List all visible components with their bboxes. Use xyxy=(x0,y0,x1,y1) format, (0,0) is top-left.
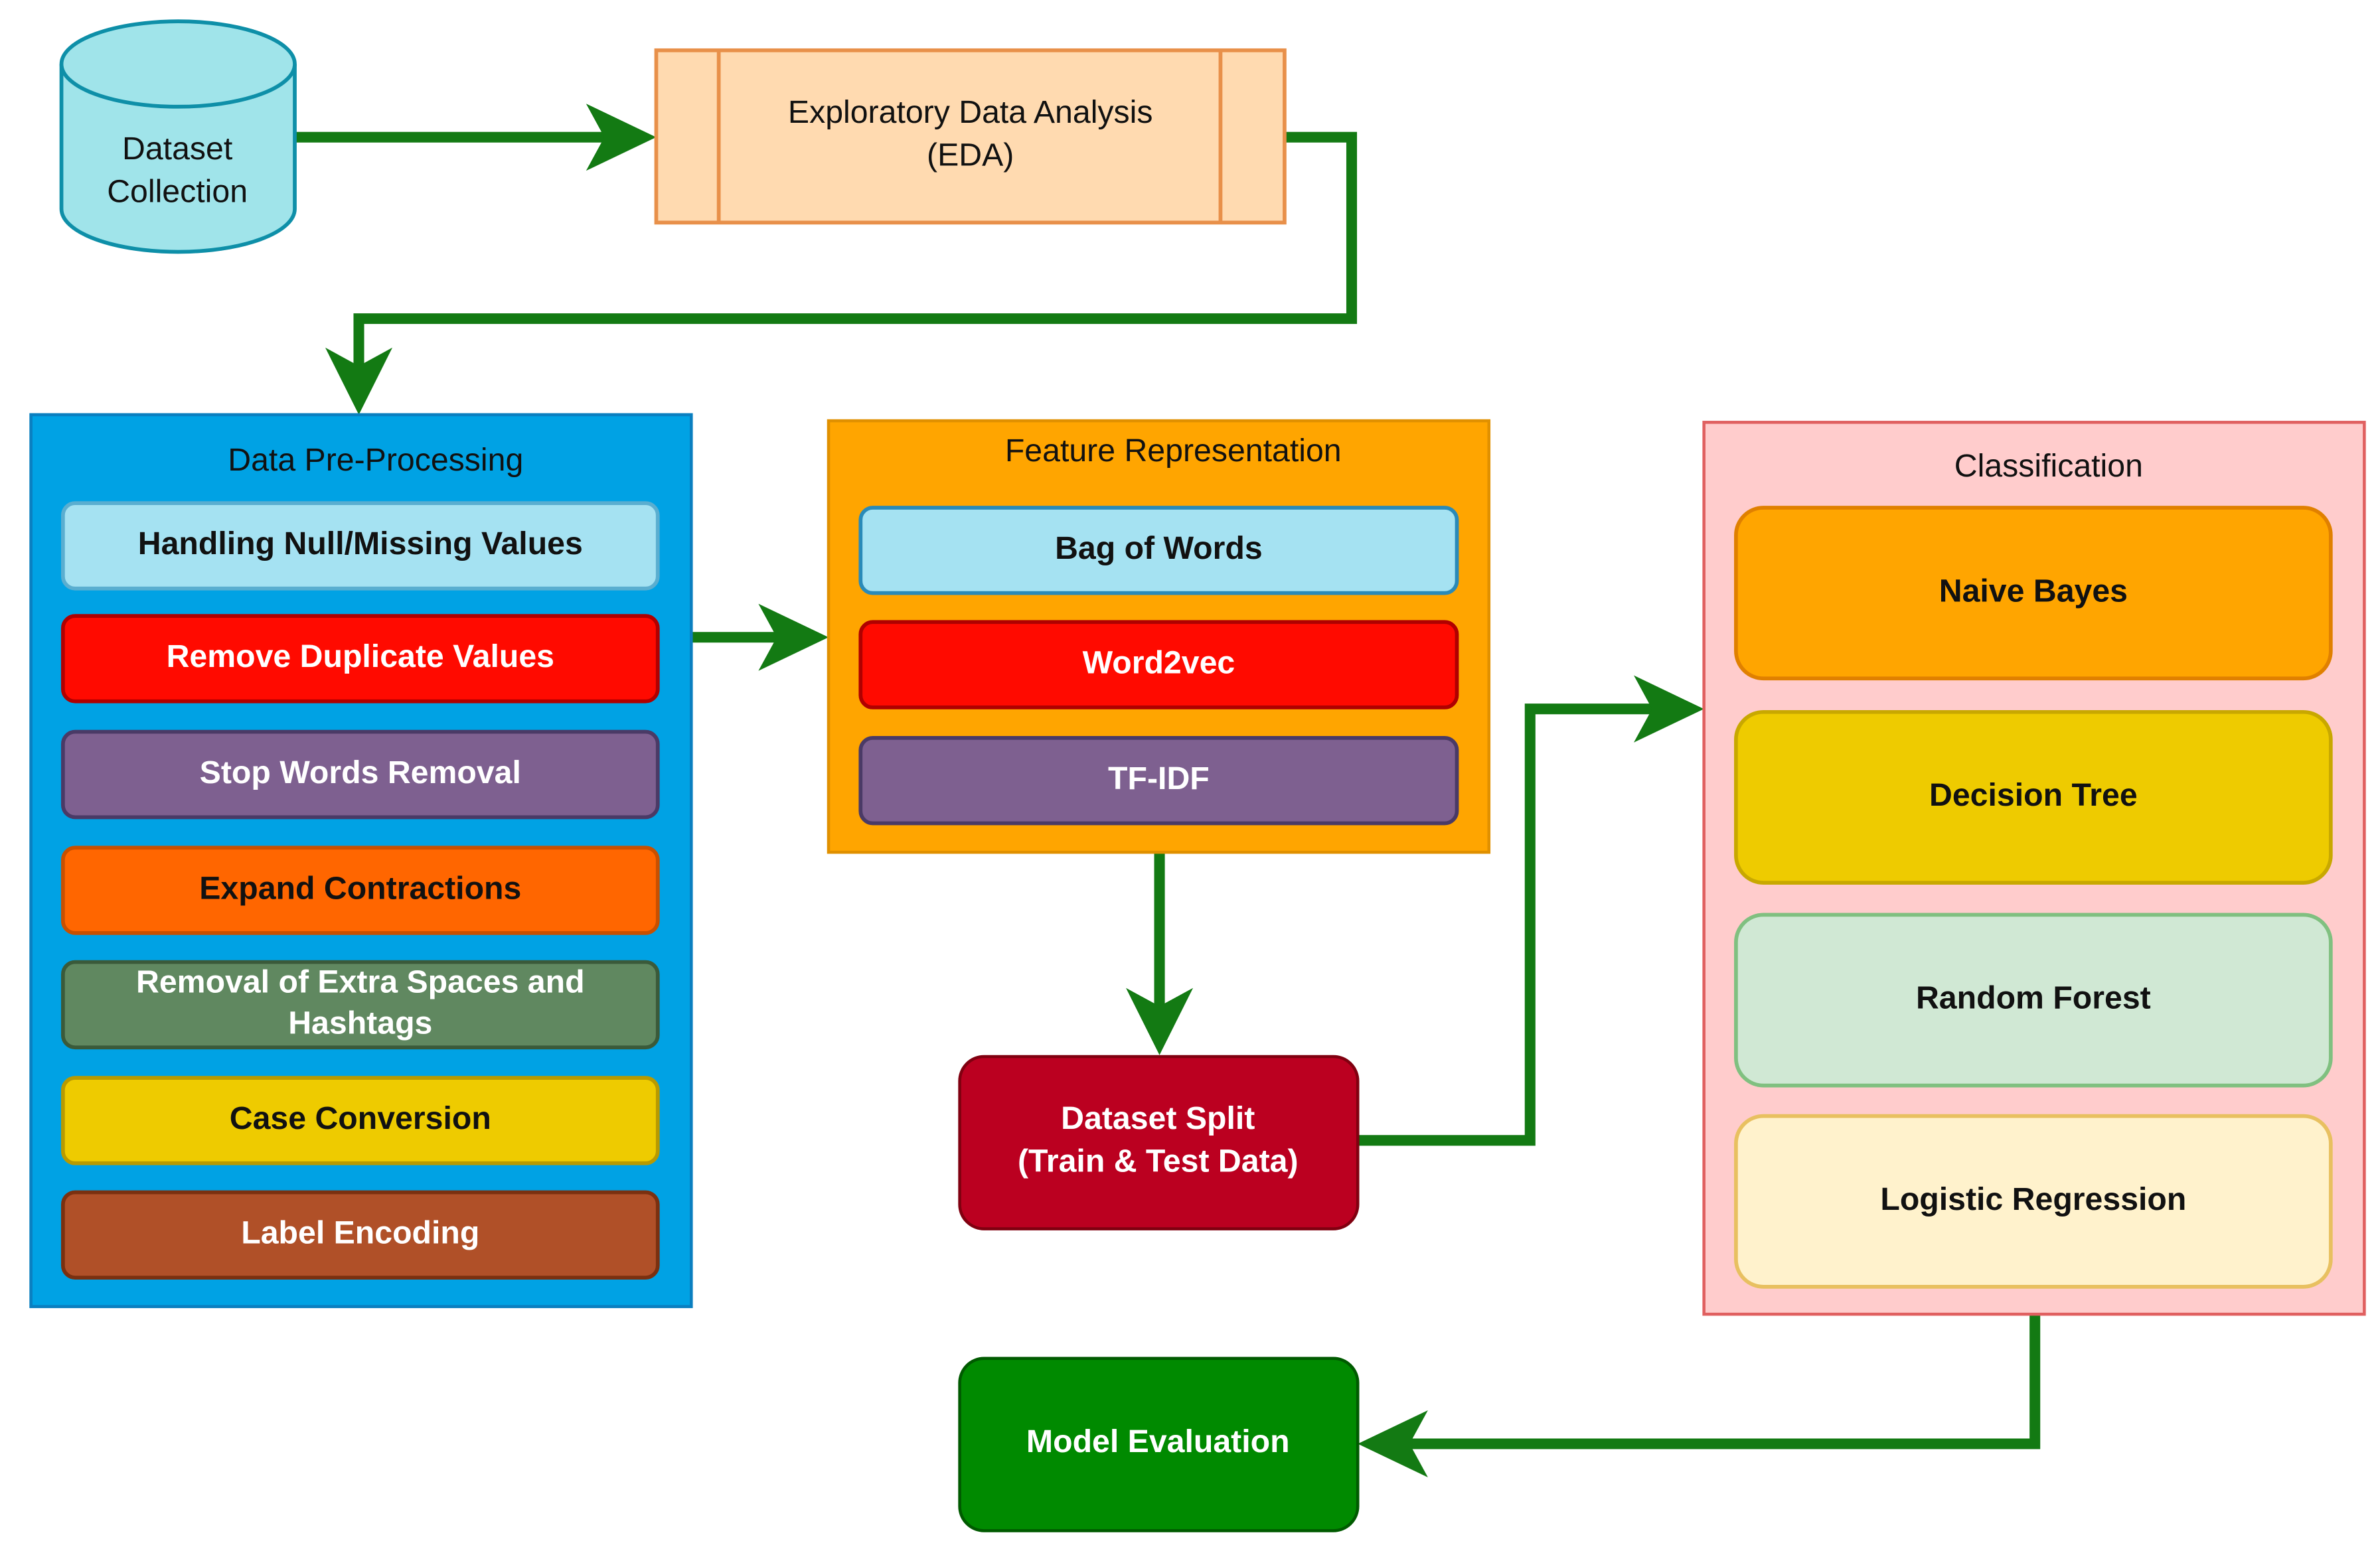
classification-container: Classification Naive Bayes Decision Tree R… xyxy=(1702,421,2366,1316)
item-label: Bag of Words xyxy=(1055,530,1263,566)
feature-representation-item: Word2vec xyxy=(858,620,1459,709)
preprocessing-container: Data Pre-Processing Handling Null/Missin… xyxy=(29,413,693,1309)
item-label: Handling Null/Missing Values xyxy=(138,526,583,561)
classification-item: Logistic Regression xyxy=(1734,1114,2333,1289)
preprocessing-item: Case Conversion xyxy=(60,1076,660,1165)
item-label: Random Forest xyxy=(1916,980,2151,1016)
eda-label: Exploratory Data Analysis xyxy=(788,94,1153,130)
feature-representation-item: Bag of Words xyxy=(858,506,1459,595)
dataset-split-node: Dataset Split (Train & Test Data) xyxy=(958,1055,1360,1230)
flow-diagram: Dataset Collection Exploratory Data Anal… xyxy=(29,19,2366,1532)
eda-node: Exploratory Data Analysis (EDA) xyxy=(654,48,1287,225)
item-label: Hashtags xyxy=(288,1005,432,1041)
dataset-collection-label: Collection xyxy=(107,174,248,210)
model-evaluation-label: Model Evaluation xyxy=(1026,1424,1290,1459)
classification-item: Naive Bayes xyxy=(1734,506,2333,681)
item-label: Decision Tree xyxy=(1929,777,2138,813)
classification-title: Classification xyxy=(1954,448,2143,484)
feature-representation-item: TF-IDF xyxy=(858,735,1459,826)
classification-item: Random Forest xyxy=(1734,913,2333,1088)
dataset-collection-label: Dataset xyxy=(122,131,233,167)
item-label: Stop Words Removal xyxy=(200,755,521,790)
feature-representation-title: Feature Representation xyxy=(1005,433,1342,469)
database-icon xyxy=(59,19,297,109)
preprocessing-title: Data Pre-Processing xyxy=(228,442,523,478)
preprocessing-item: Removal of Extra Spaces and Hashtags xyxy=(60,960,660,1050)
item-label: Remove Duplicate Values xyxy=(167,638,554,674)
item-label: Label Encoding xyxy=(241,1215,479,1251)
item-label: Word2vec xyxy=(1083,644,1235,680)
preprocessing-item: Expand Contractions xyxy=(60,846,660,935)
classification-item: Decision Tree xyxy=(1734,709,2333,885)
item-label: Logistic Regression xyxy=(1880,1181,2186,1217)
preprocessing-item: Stop Words Removal xyxy=(60,729,660,820)
dataset-split-label: Dataset Split xyxy=(1061,1100,1255,1136)
feature-representation-container: Feature Representation Bag of Words Word2… xyxy=(827,419,1491,854)
item-label: Expand Contractions xyxy=(199,870,521,906)
preprocessing-item: Label Encoding xyxy=(60,1190,660,1280)
dataset-split-label: (Train & Test Data) xyxy=(1018,1143,1299,1179)
preprocessing-item: Handling Null/Missing Values xyxy=(60,501,660,591)
eda-label: (EDA) xyxy=(927,137,1014,173)
preprocessing-item: Remove Duplicate Values xyxy=(60,614,660,703)
arrow-classification-to-evaluation xyxy=(1388,1314,2041,1449)
item-label: Case Conversion xyxy=(230,1100,491,1136)
item-label: TF-IDF xyxy=(1108,761,1210,796)
item-label: Naive Bayes xyxy=(1939,573,2128,609)
model-evaluation-node: Model Evaluation xyxy=(958,1357,1360,1532)
dataset-collection-node: Dataset Collection xyxy=(59,19,297,254)
item-label: Removal of Extra Spaces and xyxy=(136,964,585,1000)
